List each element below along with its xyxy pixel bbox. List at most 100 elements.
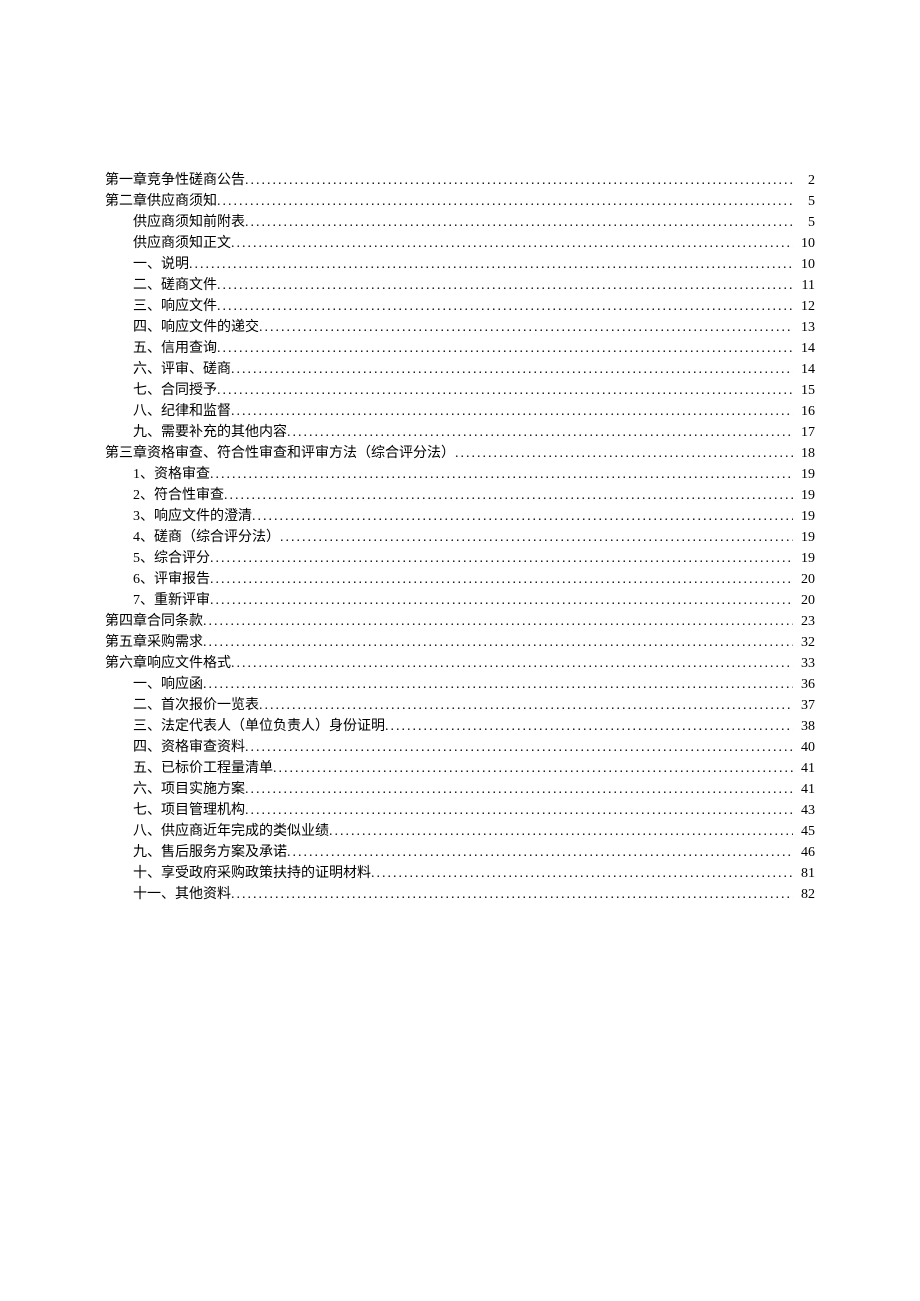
- toc-entry: 五、信用查询 14: [105, 338, 815, 359]
- toc-entry-label: 四、资格审查资料: [133, 737, 245, 758]
- toc-entry: 三、响应文件12: [105, 296, 815, 317]
- toc-entry: 十、享受政府采购政策扶持的证明材料81: [105, 863, 815, 884]
- toc-leader-dots: [217, 338, 793, 359]
- toc-entry-label: 六、评审、磋商: [133, 359, 231, 380]
- toc-entry-label: 1、资格审查: [133, 464, 210, 485]
- toc-entry-label: 五、信用查询: [133, 338, 217, 359]
- toc-leader-dots: [203, 611, 793, 632]
- toc-entry-page: 19: [793, 527, 815, 548]
- toc-entry-page: 37: [793, 695, 815, 716]
- toc-entry: 一、说明 10: [105, 254, 815, 275]
- toc-leader-dots: [245, 737, 793, 758]
- toc-entry: 供应商须知前附表5: [105, 212, 815, 233]
- toc-leader-dots: [203, 632, 793, 653]
- toc-entry-page: 16: [793, 401, 815, 422]
- toc-entry: 4、磋商（综合评分法） 19: [105, 527, 815, 548]
- toc-entry: 九、需要补充的其他内容17: [105, 422, 815, 443]
- toc-entry: 第六章响应文件格式33: [105, 653, 815, 674]
- toc-entry-label: 第六章响应文件格式: [105, 653, 231, 674]
- toc-entry-page: 45: [793, 821, 815, 842]
- toc-entry: 第一章竞争性磋商公告 2: [105, 170, 815, 191]
- toc-entry-page: 23: [793, 611, 815, 632]
- toc-entry-page: 5: [793, 191, 815, 212]
- toc-entry: 第五章采购需求 32: [105, 632, 815, 653]
- toc-leader-dots: [245, 800, 793, 821]
- toc-leader-dots: [231, 359, 793, 380]
- toc-entry: 第四章合同条款23: [105, 611, 815, 632]
- toc-entry: 二、首次报价一览表37: [105, 695, 815, 716]
- toc-entry-label: 6、评审报告: [133, 569, 210, 590]
- toc-leader-dots: [259, 317, 793, 338]
- toc-entry-page: 14: [793, 359, 815, 380]
- toc-entry-page: 46: [793, 842, 815, 863]
- toc-entry-page: 20: [793, 569, 815, 590]
- toc-entry-page: 15: [793, 380, 815, 401]
- toc-leader-dots: [203, 674, 793, 695]
- toc-leader-dots: [217, 296, 793, 317]
- toc-entry: 1、资格审查 19: [105, 464, 815, 485]
- toc-leader-dots: [385, 716, 793, 737]
- toc-entry-label: 一、响应函: [133, 674, 203, 695]
- toc-leader-dots: [224, 485, 793, 506]
- toc-entry: 6、评审报告 20: [105, 569, 815, 590]
- toc-entry-label: 5、综合评分: [133, 548, 210, 569]
- toc-entry-page: 10: [793, 254, 815, 275]
- toc-leader-dots: [231, 401, 793, 422]
- table-of-contents: 第一章竞争性磋商公告2第二章供应商须知5供应商须知前附表5供应商须知正文10一、…: [105, 170, 815, 905]
- toc-entry-label: 第五章采购需求: [105, 632, 203, 653]
- toc-leader-dots: [189, 254, 793, 275]
- toc-entry-label: 一、说明: [133, 254, 189, 275]
- toc-entry-label: 3、响应文件的澄清: [133, 506, 252, 527]
- toc-entry-page: 32: [793, 632, 815, 653]
- toc-entry-label: 七、合同授予: [133, 380, 217, 401]
- toc-leader-dots: [210, 569, 793, 590]
- toc-entry-label: 六、项目实施方案: [133, 779, 245, 800]
- toc-entry: 5、综合评分 19: [105, 548, 815, 569]
- toc-entry-page: 17: [793, 422, 815, 443]
- toc-entry: 供应商须知正文 10: [105, 233, 815, 254]
- toc-entry: 第二章供应商须知 5: [105, 191, 815, 212]
- toc-entry-label: 4、磋商（综合评分法）: [133, 527, 280, 548]
- toc-entry: 六、评审、磋商 14: [105, 359, 815, 380]
- toc-leader-dots: [217, 380, 793, 401]
- toc-entry-page: 19: [793, 548, 815, 569]
- toc-entry-label: 七、项目管理机构: [133, 800, 245, 821]
- toc-entry-label: 二、磋商文件: [133, 275, 217, 296]
- toc-entry-page: 18: [793, 443, 815, 464]
- toc-entry-label: 第二章供应商须知: [105, 191, 217, 212]
- toc-entry-page: 10: [793, 233, 815, 254]
- toc-leader-dots: [280, 527, 793, 548]
- toc-entry-page: 19: [793, 464, 815, 485]
- toc-leader-dots: [210, 548, 793, 569]
- toc-entry: 3、响应文件的澄清19: [105, 506, 815, 527]
- toc-entry-page: 11: [793, 275, 815, 296]
- toc-leader-dots: [273, 758, 793, 779]
- toc-leader-dots: [217, 275, 793, 296]
- toc-entry-label: 第一章竞争性磋商公告: [105, 170, 245, 191]
- toc-entry-label: 五、已标价工程量清单: [133, 758, 273, 779]
- toc-entry-label: 2、符合性审查: [133, 485, 224, 506]
- toc-entry-page: 14: [793, 338, 815, 359]
- toc-leader-dots: [252, 506, 793, 527]
- toc-entry: 二、磋商文件 11: [105, 275, 815, 296]
- toc-entry-label: 供应商须知正文: [133, 233, 231, 254]
- toc-entry-label: 十一、其他资料: [133, 884, 231, 905]
- toc-entry: 2、符合性审查 19: [105, 485, 815, 506]
- toc-entry-page: 5: [793, 212, 815, 233]
- toc-entry-page: 2: [793, 170, 815, 191]
- toc-entry-page: 38: [793, 716, 815, 737]
- toc-entry: 九、售后服务方案及承诺46: [105, 842, 815, 863]
- toc-entry-page: 19: [793, 485, 815, 506]
- toc-leader-dots: [329, 821, 793, 842]
- toc-entry-page: 40: [793, 737, 815, 758]
- toc-entry: 八、纪律和监督 16: [105, 401, 815, 422]
- toc-entry: 四、响应文件的递交13: [105, 317, 815, 338]
- toc-entry-page: 12: [793, 296, 815, 317]
- toc-leader-dots: [245, 779, 793, 800]
- toc-entry-page: 81: [793, 863, 815, 884]
- toc-leader-dots: [245, 170, 793, 191]
- toc-entry: 7、重新评审20: [105, 590, 815, 611]
- toc-entry-label: 八、纪律和监督: [133, 401, 231, 422]
- toc-entry: 八、供应商近年完成的类似业绩45: [105, 821, 815, 842]
- toc-entry-label: 第三章资格审查、符合性审查和评审方法（综合评分法）: [105, 443, 455, 464]
